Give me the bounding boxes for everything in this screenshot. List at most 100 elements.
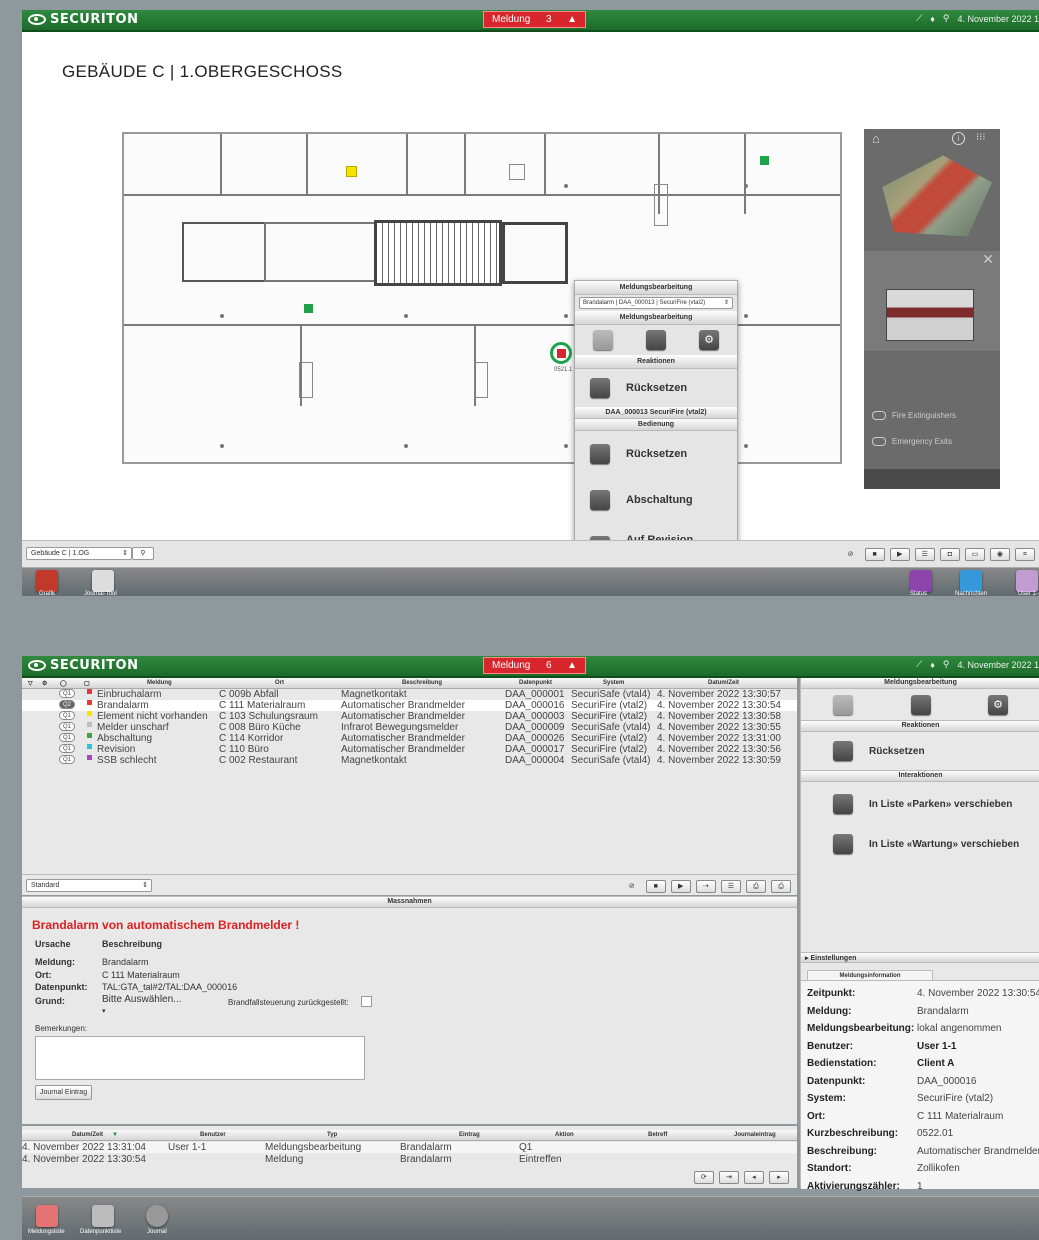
next-icon[interactable]: ▸ [769,1171,789,1184]
maintenance-button[interactable]: In Liste «Wartung» verschieben [801,824,1039,864]
col-journaleintrag[interactable]: Journaleintrag [734,1132,776,1138]
green-sensor-icon[interactable] [760,156,769,165]
remarks-textarea[interactable] [35,1036,365,1080]
refresh-icon[interactable]: ⟳ [693,1171,714,1184]
play-icon[interactable]: ▶ [670,880,691,893]
print-all-icon[interactable]: ⎙ [771,880,791,893]
layer-icon[interactable]: ▭ [964,548,985,561]
q1-icon[interactable] [910,695,931,715]
alarm-sensor-icon[interactable] [550,342,572,364]
col-typ[interactable]: Typ [327,1132,337,1138]
print-icon[interactable]: ⎙ [745,880,766,893]
user-icon[interactable] [1016,570,1038,592]
grafik-icon[interactable] [36,570,58,592]
reset-button[interactable]: Rücksetzen [575,369,737,407]
table-row[interactable]: Q2 Brandalarm C 111 Materialraum Automatisc… [22,700,797,711]
toggle-icon[interactable] [872,437,886,446]
message-list-icon[interactable] [36,1205,58,1227]
column [220,444,224,448]
zoom-icon[interactable]: ⊘ [842,549,860,560]
zoom-icon[interactable]: ⊘ [623,881,641,892]
col-datum[interactable]: Datum/Zeit [72,1132,103,1138]
building-3d-view[interactable]: ✕ [864,251,1000,351]
table-row[interactable]: Q1 Revision C 110 Büro Automatischer Brandm… [22,744,797,755]
location-select[interactable]: Gebäude C | 1.OG ⇕ [26,547,132,560]
col-ort[interactable]: Ort [275,680,284,686]
building-3d-panel[interactable]: ⌂ i ⁝⁝⁝ ✕ Fire Extinguishers Emergency E… [864,129,1000,489]
list-icon[interactable]: ☰ [914,548,935,561]
message-handling-popup[interactable]: Meldungsbearbeitung Brandalarm | DAA_000… [574,280,738,570]
q1-icon[interactable] [646,330,666,350]
filter-select[interactable]: Standard ⇕ [26,879,152,892]
campus-3d-view[interactable] [882,155,992,237]
settings-header[interactable]: ▸ Einstellungen [801,952,1039,963]
layer-toggle[interactable]: Emergency Exits [872,437,952,446]
home-icon[interactable]: ⌂ [872,131,880,146]
journal-table[interactable]: Datum/Zeit ▼ Benutzer Typ Eintrag Aktion… [22,1126,797,1188]
gear-icon[interactable]: ⚙ [988,695,1008,715]
disable-button[interactable]: Abschaltung [575,477,737,523]
table-row[interactable]: Q1 SSB schlecht C 002 Restaurant Magnetkont… [22,755,797,766]
pin-icon[interactable]: ♦ [930,14,935,24]
reset-button[interactable]: Rücksetzen [801,732,1039,770]
col-benutzer[interactable]: Benutzer [200,1132,226,1138]
info-icon[interactable]: i [952,132,965,145]
forward-icon[interactable]: ⇢ [695,880,716,893]
table-row[interactable]: Q1 Einbruchalarm C 009b Abfall Magnetkontak… [22,689,797,700]
col-beschreibung[interactable]: Beschreibung [402,680,442,686]
filter-icon[interactable]: ▽ [28,680,33,687]
user-icon[interactable]: ⚲ [943,659,950,670]
pin-icon[interactable]: ♦ [930,660,935,670]
park-button[interactable]: In Liste «Parken» verschieben [801,784,1039,824]
journal-entry-button[interactable]: Journal Eintrag [35,1085,93,1100]
table-row[interactable]: Q1 Abschaltung C 114 Korridor Automatischer… [22,733,797,744]
green-sensor-icon[interactable] [304,304,313,313]
journal-row[interactable]: 4. November 2022 13:31:04 User 1-1 Meldu… [22,1142,797,1153]
play-icon[interactable]: ▶ [889,548,910,561]
col-betreff[interactable]: Betreff [648,1132,667,1138]
col-system[interactable]: System [603,680,624,686]
stop-icon[interactable]: ■ [645,880,666,893]
signal-icon[interactable]: ⟋ [916,13,922,24]
acknowledge-icon[interactable] [833,695,853,715]
toggle-icon[interactable] [872,411,886,420]
col-datum[interactable]: Datum/Zeit [708,680,739,686]
fit-icon[interactable]: ⌗ [1015,548,1035,561]
export-icon[interactable]: ⇥ [718,1171,739,1184]
floor-plan-canvas[interactable]: GEBÄUDE C | 1.OBERGESCHOSS 0521.1 ⌂ i ⁝⁝… [22,32,1039,570]
gear-icon[interactable]: ⚙ [699,330,719,350]
messages-icon[interactable] [960,570,982,592]
datapoint-list-icon[interactable] [92,1205,114,1227]
table-row[interactable]: Q1 Element nicht vorhanden C 103 Schulungs… [22,711,797,722]
table-row[interactable]: Q1 Melder unscharf C 008 Büro Küche Infraro… [22,722,797,733]
yellow-sensor-icon[interactable] [346,166,357,177]
status-icon[interactable] [910,570,932,592]
grid-icon[interactable]: ⁝⁝⁝ [976,132,986,143]
col-meldung[interactable]: Meldung [147,680,172,686]
list-icon[interactable]: ☰ [720,880,741,893]
journal-tool-icon[interactable] [92,570,114,592]
alert-counter[interactable]: Meldung 3 ▲ [483,11,586,28]
close-icon[interactable]: ✕ [982,251,994,268]
message-select[interactable]: Brandalarm | DAA_000013 | SecuriFire (vt… [579,297,733,309]
stop-icon[interactable]: ■ [864,548,885,561]
col-datenpunkt[interactable]: Datenpunkt [519,680,552,686]
journal-row[interactable]: 4. November 2022 13:30:54 Meldung Branda… [22,1154,797,1165]
journal-icon[interactable] [146,1205,168,1227]
layer-toggle[interactable]: Fire Extinguishers [872,411,956,420]
gear-icon[interactable]: ⚙ [42,680,47,687]
col-aktion[interactable]: Aktion [555,1132,574,1138]
prev-icon[interactable]: ◂ [743,1171,764,1184]
user-icon[interactable]: ⚲ [943,13,950,24]
brand-checkbox[interactable] [361,996,372,1007]
col-eintrag[interactable]: Eintrag [459,1132,480,1138]
search-button[interactable]: ⚲ [132,547,154,560]
message-table[interactable]: ▽ ⚙ ◯ ▢ Meldung Ort Beschreibung Datenpu… [22,678,797,874]
eye-icon[interactable]: ◉ [989,548,1010,561]
fullscreen-icon[interactable]: ◘ [939,548,960,561]
reason-select[interactable]: Bitte Auswählen... ▾ [102,994,182,1015]
reset-button[interactable]: Rücksetzen [575,431,737,477]
signal-icon[interactable]: ⟋ [916,659,922,670]
alert-counter[interactable]: Meldung 6 ▲ [483,657,586,674]
acknowledge-icon[interactable] [593,330,613,350]
